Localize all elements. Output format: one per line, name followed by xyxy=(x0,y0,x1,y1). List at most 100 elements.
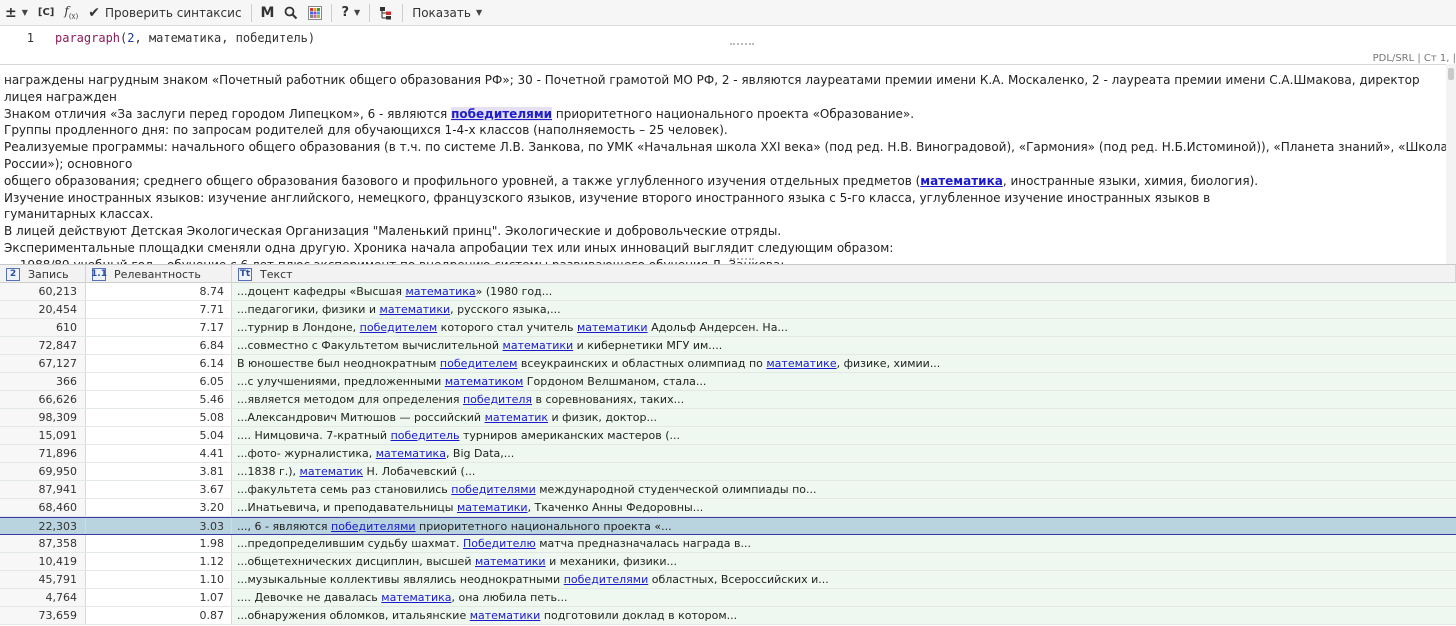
relevance-cell: 6.14 xyxy=(86,355,232,372)
record-cell: 366 xyxy=(0,373,86,390)
table-row[interactable]: 69,950 3.81 ...1838 г.), математик Н. Лоба… xyxy=(0,463,1456,481)
table-row[interactable]: 20,454 7.71 ...педагогики, физики и матема… xyxy=(0,301,1456,319)
table-row[interactable]: 60,213 8.74 ...доцент кафедры «Высшая мате… xyxy=(0,283,1456,301)
highlighted-term[interactable]: победителями xyxy=(451,483,536,496)
function-icon: f(x) xyxy=(64,4,79,21)
relevance-cell: 1.98 xyxy=(86,535,232,552)
function-button[interactable]: f(x) xyxy=(59,2,83,24)
relevance-cell: 3.03 xyxy=(86,518,232,534)
plus-minus-dropdown[interactable]: ± ▼ xyxy=(0,2,33,24)
table-row[interactable]: 66,626 5.46 ...является методом для опреде… xyxy=(0,391,1456,409)
grid-header: 2 Запись 1.1 Релевантность Tt Текст xyxy=(0,265,1456,283)
table-row[interactable]: 4,764 1.07.... Девочке не давалась матема… xyxy=(0,589,1456,607)
toolbar: ± ▼ [C] f(x) ✔ Проверить синтаксис M ? ▼ xyxy=(0,0,1456,26)
highlighted-term[interactable]: победителями xyxy=(451,106,553,121)
highlighted-term[interactable]: победителями xyxy=(564,573,649,586)
highlighted-term[interactable]: победитель xyxy=(391,429,460,442)
text-cell: ...педагогики, физики и математики, русс… xyxy=(232,301,1456,318)
relevance-cell: 3.20 xyxy=(86,499,232,516)
context-scrollbar-thumb[interactable] xyxy=(1448,68,1454,80)
text-cell: ...доцент кафедры «Высшая математика» (1… xyxy=(232,283,1456,300)
context-line: Группы продленного дня: по запросам роди… xyxy=(4,123,728,138)
highlighted-term[interactable]: математика xyxy=(381,591,451,604)
text-cell: ...обнаружения обломков, итальянские мат… xyxy=(232,607,1456,624)
text-cell: ...Инатьевича, и преподавательницы матем… xyxy=(232,499,1456,516)
toolbar-separator xyxy=(402,3,404,22)
search-button[interactable] xyxy=(279,2,303,24)
query-editor[interactable]: 1 paragraph(2, математика, победитель) xyxy=(0,27,1456,64)
table-row[interactable]: 73,659 0.87 ...обнаружения обломков, италь… xyxy=(0,607,1456,625)
table-row[interactable]: 68,460 3.20 ...Инатьевича, и преподаватель… xyxy=(0,499,1456,517)
record-cell: 71,896 xyxy=(0,445,86,462)
table-row[interactable]: 366 6.05 ...с улучшениями, предложенными м… xyxy=(0,373,1456,391)
highlighted-term[interactable]: математики xyxy=(577,321,648,334)
table-row[interactable]: 15,091 5.04.... Нимцовича. 7-кратный побе… xyxy=(0,427,1456,445)
context-scrollbar[interactable] xyxy=(1446,64,1456,264)
chevron-down-icon: ▼ xyxy=(21,8,28,17)
show-dropdown[interactable]: Показать ▼ xyxy=(407,2,487,24)
highlighted-term[interactable]: математики xyxy=(503,339,574,352)
highlighted-term[interactable]: математики xyxy=(475,555,546,568)
text-cell: ...предопределившим судьбу шахмат. Побед… xyxy=(232,535,1456,552)
highlighted-term[interactable]: математике xyxy=(766,357,836,370)
relevance-cell: 8.74 xyxy=(86,283,232,300)
highlighted-term[interactable]: математики xyxy=(380,303,451,316)
relevance-cell: 6.84 xyxy=(86,337,232,354)
help-dropdown[interactable]: ? ▼ xyxy=(336,2,365,24)
table-row[interactable]: 67,127 6.14 В юношестве был неоднократным … xyxy=(0,355,1456,373)
highlighted-term[interactable]: математика xyxy=(405,285,475,298)
record-cell: 69,950 xyxy=(0,463,86,480)
record-cell: 98,309 xyxy=(0,409,86,426)
record-cell: 66,626 xyxy=(0,391,86,408)
table-row[interactable]: 87,358 1.98 ...предопределившим судьбу шах… xyxy=(0,535,1456,553)
check-syntax-button[interactable]: ✔ Проверить синтаксис xyxy=(83,2,246,24)
c-button[interactable]: [C] xyxy=(33,2,59,24)
query-code[interactable]: paragraph(2, математика, победитель) xyxy=(55,31,315,45)
text-type-icon: Tt xyxy=(238,267,252,281)
highlighted-term[interactable]: математика xyxy=(376,447,446,460)
color-grid-button[interactable] xyxy=(303,2,327,24)
resize-handle[interactable] xyxy=(730,43,754,46)
context-line: награждены нагрудным знаком «Почетный ра… xyxy=(4,73,1420,104)
table-row[interactable]: 45,791 1.10 ...музыкальные коллективы явля… xyxy=(0,571,1456,589)
integer-type-icon: 2 xyxy=(6,267,20,281)
highlighted-term[interactable]: победителем xyxy=(440,357,518,370)
text-cell: ...факультета семь раз становились побед… xyxy=(232,481,1456,498)
column-header-record[interactable]: 2 Запись xyxy=(0,265,86,283)
record-cell: 87,941 xyxy=(0,481,86,498)
relevance-cell: 1.10 xyxy=(86,571,232,588)
m-button[interactable]: M xyxy=(256,2,280,24)
highlighted-term[interactable]: победителем xyxy=(360,321,438,334)
relevance-cell: 0.87 xyxy=(86,607,232,624)
record-cell: 22,303 xyxy=(0,518,86,534)
column-header-text[interactable]: Tt Текст xyxy=(232,265,1456,283)
highlighted-term[interactable]: математик xyxy=(485,411,548,424)
toolbar-separator xyxy=(250,3,252,22)
highlighted-term[interactable]: победителями xyxy=(331,520,416,533)
table-row[interactable]: 87,941 3.67 ...факультета семь раз станови… xyxy=(0,481,1456,499)
table-row[interactable]: 10,419 1.12 ...общетехнических дисциплин, … xyxy=(0,553,1456,571)
highlighted-term[interactable]: математиком xyxy=(445,375,523,388)
highlighted-term[interactable]: математик xyxy=(300,465,363,478)
highlighted-term[interactable]: математики xyxy=(457,501,528,514)
context-line: Изучение иностранных языков: изучение ан… xyxy=(4,190,1211,205)
table-row[interactable]: 610 7.17 ...турнир в Лондоне, победителем … xyxy=(0,319,1456,337)
record-cell: 45,791 xyxy=(0,571,86,588)
tree-button[interactable] xyxy=(374,2,398,24)
grid-body: 60,213 8.74 ...доцент кафедры «Высшая мате… xyxy=(0,283,1456,625)
m-icon: M xyxy=(260,4,275,21)
highlighted-term[interactable]: победителя xyxy=(463,393,532,406)
text-cell: ...совместно с Факультетом вычислительно… xyxy=(232,337,1456,354)
table-row[interactable]: 71,896 4.41 ...фото- журналистика, математ… xyxy=(0,445,1456,463)
table-row[interactable]: 72,847 6.84 ...совместно с Факультетом выч… xyxy=(0,337,1456,355)
highlighted-term[interactable]: Победителю xyxy=(463,537,536,550)
table-row[interactable]: 98,309 5.08 ...Александрович Митюшов — рос… xyxy=(0,409,1456,427)
relevance-cell: 1.07 xyxy=(86,589,232,606)
column-header-relevance[interactable]: 1.1 Релевантность xyxy=(86,265,232,283)
table-row[interactable]: 22,303 3.03..., 6 - являются победителями… xyxy=(0,517,1456,535)
checkmark-icon: ✔ xyxy=(88,4,100,21)
text-cell: В юношестве был неоднократным победителе… xyxy=(232,355,1456,372)
highlighted-term[interactable]: математики xyxy=(470,609,541,622)
resize-handle[interactable] xyxy=(730,258,754,261)
highlighted-term[interactable]: математика xyxy=(920,174,1003,188)
